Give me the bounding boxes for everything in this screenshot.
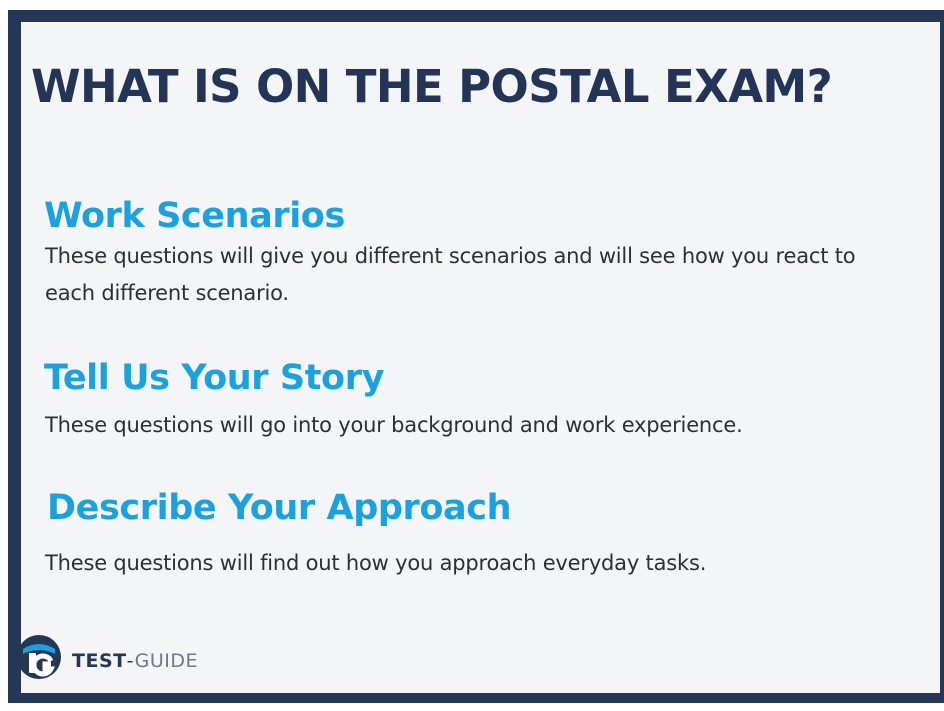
page-title: WHAT IS ON THE POSTAL EXAM? <box>31 60 833 113</box>
section-description-tell-us-your-story: These questions will go into your backgr… <box>45 413 743 437</box>
section-heading-work-scenarios: Work Scenarios <box>44 196 345 236</box>
section-description-describe-your-approach: These questions will find out how you ap… <box>45 551 707 575</box>
page: WHAT IS ON THE POSTAL EXAM? Work Scenari… <box>0 0 944 711</box>
section-heading-describe-your-approach: Describe Your Approach <box>47 488 512 528</box>
section-description-work-scenarios: These questions will give you different … <box>45 244 856 305</box>
tg-logo-icon <box>15 633 63 681</box>
brand-name-part2: GUIDE <box>134 650 199 672</box>
brand-name-part1: TEST <box>72 650 127 672</box>
infographic-card <box>8 10 944 703</box>
brand-name-separator: - <box>126 650 135 672</box>
brand-name: TEST-GUIDE <box>72 650 198 672</box>
section-heading-tell-us-your-story: Tell Us Your Story <box>44 358 384 398</box>
